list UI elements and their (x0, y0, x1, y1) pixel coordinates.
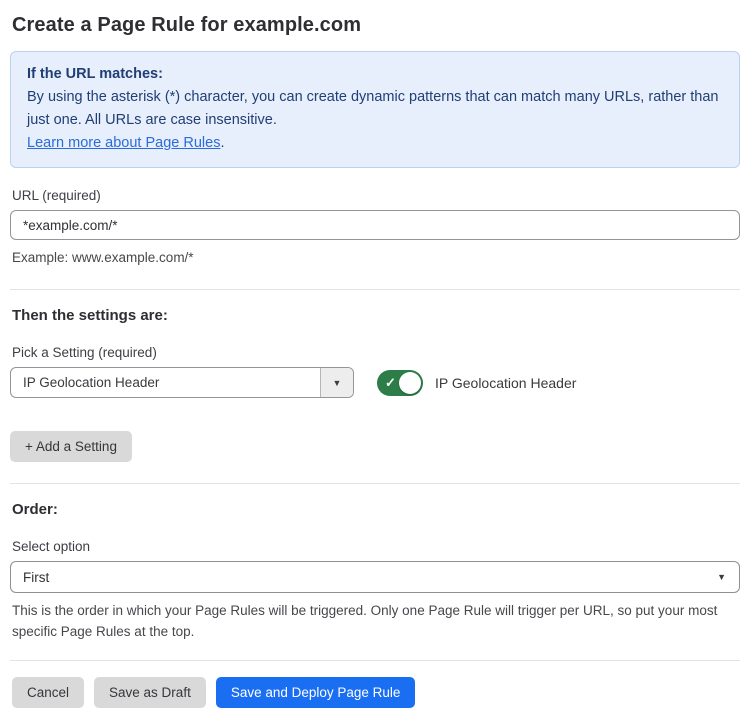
save-deploy-button[interactable]: Save and Deploy Page Rule (216, 677, 416, 708)
add-setting-button[interactable]: + Add a Setting (10, 431, 132, 462)
order-select[interactable]: First ▼ (10, 561, 740, 593)
url-helper-text: Example: www.example.com/* (12, 247, 740, 268)
order-select-value: First (23, 570, 49, 585)
page-title: Create a Page Rule for example.com (12, 14, 740, 37)
divider (10, 660, 740, 661)
setting-picker-dropdown[interactable]: IP Geolocation Header ▼ (10, 367, 354, 398)
toggle-knob (399, 372, 421, 394)
info-box-body: By using the asterisk (*) character, you… (27, 86, 723, 132)
url-input[interactable] (10, 210, 740, 240)
check-icon: ✓ (385, 376, 396, 389)
divider (10, 289, 740, 290)
info-box-link-line: Learn more about Page Rules. (27, 132, 723, 155)
order-helper-text: This is the order in which your Page Rul… (12, 600, 738, 642)
settings-section-heading: Then the settings are: (12, 307, 740, 324)
info-box-heading: If the URL matches: (27, 63, 723, 86)
url-label: URL (required) (12, 188, 740, 203)
order-select-label: Select option (12, 539, 740, 554)
save-draft-button[interactable]: Save as Draft (94, 677, 206, 708)
chevron-down-icon: ▼ (333, 378, 342, 388)
toggle-label: IP Geolocation Header (435, 375, 576, 391)
link-suffix: . (220, 135, 224, 151)
setting-row: IP Geolocation Header ▼ ✓ IP Geolocation… (10, 367, 740, 398)
ip-geolocation-toggle[interactable]: ✓ (377, 370, 423, 396)
url-match-info-box: If the URL matches: By using the asteris… (10, 51, 740, 168)
footer-actions: Cancel Save as Draft Save and Deploy Pag… (10, 677, 740, 708)
page-rule-form: Create a Page Rule for example.com If th… (0, 0, 750, 708)
cancel-button[interactable]: Cancel (12, 677, 84, 708)
toggle-group: ✓ IP Geolocation Header (377, 370, 576, 396)
setting-picker-arrow-button[interactable]: ▼ (320, 368, 353, 397)
setting-picker-label: Pick a Setting (required) (12, 345, 740, 360)
learn-more-link[interactable]: Learn more about Page Rules (27, 135, 220, 151)
chevron-down-icon: ▼ (717, 572, 726, 582)
setting-picker-value: IP Geolocation Header (11, 368, 320, 397)
divider (10, 483, 740, 484)
order-section-heading: Order: (12, 501, 740, 518)
